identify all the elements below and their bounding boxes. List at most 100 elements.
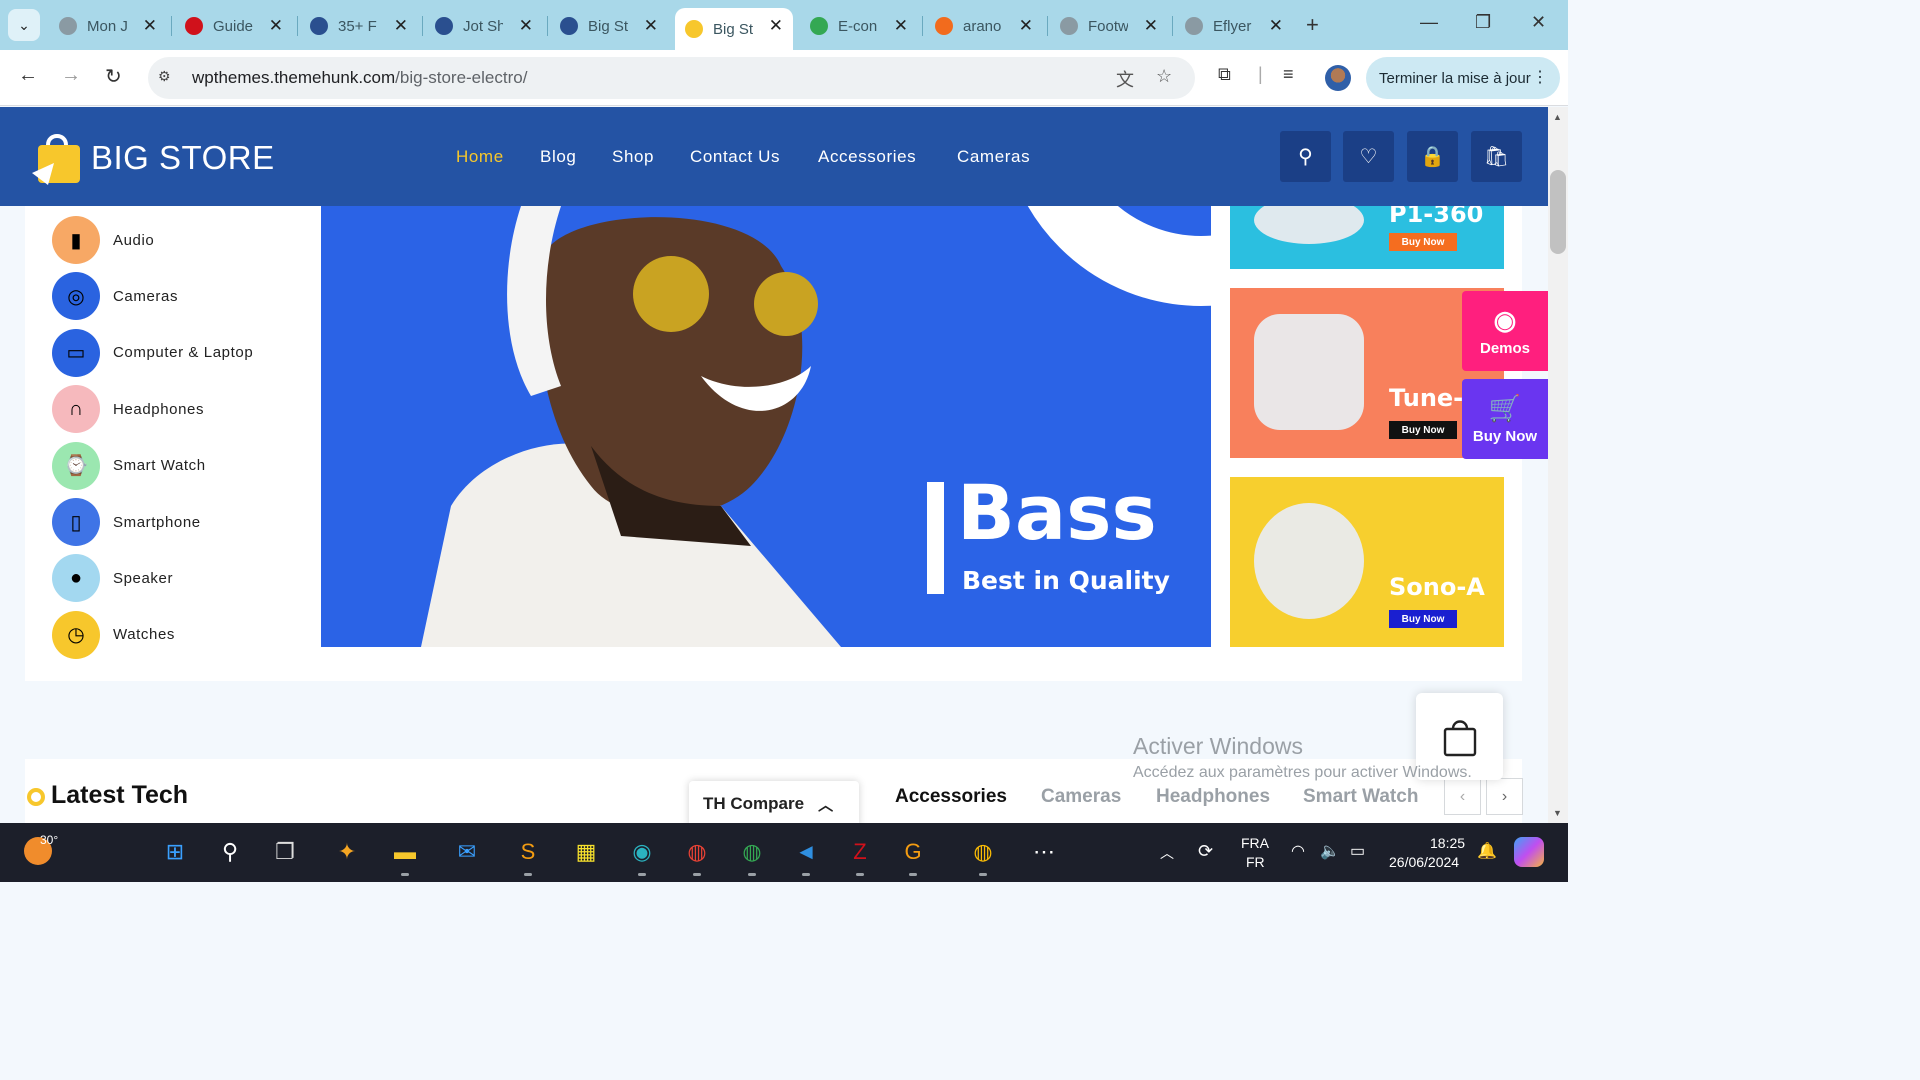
- tab-search-button[interactable]: ⌄: [8, 9, 40, 41]
- product-tab-headphones[interactable]: Headphones: [1156, 786, 1270, 808]
- vscode-icon[interactable]: ◄: [787, 833, 825, 871]
- pop-app-icon[interactable]: G: [894, 833, 932, 871]
- language-bottom[interactable]: FR: [1246, 854, 1265, 870]
- browser-tab[interactable]: Eflyer ✕: [1175, 8, 1293, 44]
- close-tab-icon[interactable]: ✕: [1019, 16, 1033, 36]
- th-compare-button[interactable]: TH Compare ︿: [689, 781, 859, 823]
- battery-icon[interactable]: ▭: [1350, 841, 1365, 861]
- translate-icon[interactable]: 文: [1116, 66, 1134, 92]
- category-item[interactable]: ∩ Headphones: [52, 385, 204, 434]
- close-tab-icon[interactable]: ✕: [394, 16, 408, 36]
- close-tab-icon[interactable]: ✕: [143, 16, 157, 36]
- scrollbar-thumb[interactable]: [1550, 170, 1566, 254]
- more-menu-icon[interactable]: ⋮: [1532, 67, 1548, 87]
- more-apps-icon[interactable]: ⋯: [1025, 833, 1063, 871]
- nav-link-home[interactable]: Home: [456, 147, 504, 167]
- browser-tab[interactable]: Footw ✕: [1050, 8, 1168, 44]
- update-button[interactable]: Terminer la mise à jour ⋮: [1366, 57, 1560, 99]
- browser-tab[interactable]: arano ✕: [925, 8, 1043, 44]
- file-explorer-icon[interactable]: ▬: [386, 833, 424, 871]
- close-tab-icon[interactable]: ✕: [644, 16, 658, 36]
- category-item[interactable]: ● Speaker: [52, 554, 173, 603]
- nav-link-contact-us[interactable]: Contact Us: [690, 147, 780, 167]
- game-app-icon[interactable]: ✦: [328, 833, 366, 871]
- minimize-button[interactable]: —: [1420, 12, 1438, 33]
- sync-icon[interactable]: ⟳: [1198, 841, 1213, 862]
- close-tab-icon[interactable]: ✕: [519, 16, 533, 36]
- bookmark-star-icon[interactable]: ☆: [1156, 66, 1172, 87]
- clock-date[interactable]: 26/06/2024: [1389, 854, 1459, 870]
- side-promo-banner[interactable]: P1-360 Buy Now: [1230, 206, 1504, 269]
- edge-icon[interactable]: ◉: [623, 833, 661, 871]
- hero-banner[interactable]: Bass Best in Quality: [321, 206, 1211, 647]
- account-button[interactable]: 🔒: [1407, 131, 1458, 182]
- sublime-text-icon[interactable]: S: [509, 833, 547, 871]
- nav-link-blog[interactable]: Blog: [540, 147, 576, 167]
- category-item[interactable]: ◷ Watches: [52, 610, 175, 659]
- language-top[interactable]: FRA: [1241, 835, 1269, 851]
- promo-buy-now-button[interactable]: Buy Now: [1389, 421, 1457, 439]
- product-tab-cameras[interactable]: Cameras: [1041, 786, 1121, 808]
- product-tab-accessories[interactable]: Accessories: [895, 786, 1007, 808]
- restore-button[interactable]: ❐: [1475, 12, 1491, 33]
- category-item[interactable]: ▭ Computer & Laptop: [52, 328, 253, 377]
- prev-arrow-button[interactable]: ‹: [1444, 778, 1481, 815]
- reload-button[interactable]: ↻: [105, 64, 122, 89]
- product-tab-smart-watch[interactable]: Smart Watch: [1303, 786, 1418, 808]
- copilot-icon[interactable]: [1514, 837, 1544, 867]
- buy-now-float-button[interactable]: 🛒 Buy Now: [1462, 379, 1548, 459]
- site-settings-icon[interactable]: ⚙: [158, 68, 171, 85]
- close-tab-icon[interactable]: ✕: [894, 16, 908, 36]
- promo-buy-now-button[interactable]: Buy Now: [1389, 610, 1457, 628]
- side-promo-banner[interactable]: Sono-A Buy Now: [1230, 477, 1504, 647]
- category-item[interactable]: ▯ Smartphone: [52, 498, 201, 546]
- close-tab-icon[interactable]: ✕: [269, 16, 283, 36]
- browser-tab[interactable]: Guide ✕: [175, 8, 293, 44]
- cart-button[interactable]: 🛍: [1471, 131, 1522, 182]
- browser-tab[interactable]: Big St ✕: [550, 8, 668, 44]
- new-tab-button[interactable]: +: [1306, 12, 1319, 38]
- browser-tab[interactable]: E-con ✕: [800, 8, 918, 44]
- close-tab-icon[interactable]: ✕: [769, 16, 783, 36]
- category-item[interactable]: ⌚ Smart Watch: [52, 441, 206, 490]
- wifi-icon[interactable]: ◠: [1291, 841, 1305, 861]
- back-button[interactable]: ←: [18, 64, 38, 87]
- nav-link-shop[interactable]: Shop: [612, 147, 654, 167]
- puzzle-app-icon[interactable]: ▦: [567, 833, 605, 871]
- category-item[interactable]: ▮ Audio: [52, 216, 154, 264]
- close-tab-icon[interactable]: ✕: [1269, 16, 1283, 36]
- reading-list-icon[interactable]: ≡: [1283, 64, 1294, 85]
- wishlist-button[interactable]: ♡: [1343, 131, 1394, 182]
- extensions-icon[interactable]: ⧉: [1218, 64, 1231, 85]
- chrome-dev-icon[interactable]: ◍: [964, 833, 1002, 871]
- browser-tab[interactable]: Jot Sh ✕: [425, 8, 543, 44]
- search-button[interactable]: ⚲: [1280, 131, 1331, 182]
- next-arrow-button[interactable]: ›: [1486, 778, 1523, 815]
- demos-button[interactable]: ◉ Demos: [1462, 291, 1548, 371]
- close-tab-icon[interactable]: ✕: [1144, 16, 1158, 36]
- browser-tab[interactable]: 35+ F ✕: [300, 8, 418, 44]
- mail-icon[interactable]: ✉: [448, 833, 486, 871]
- task-view-icon[interactable]: ❐: [266, 833, 304, 871]
- chrome-icon[interactable]: ◍: [678, 833, 716, 871]
- search-taskbar-icon[interactable]: ⚲: [211, 833, 249, 871]
- forward-button[interactable]: →: [61, 64, 81, 87]
- chevron-up-tray-icon[interactable]: ︿: [1160, 843, 1174, 863]
- scroll-down-arrow[interactable]: ▼: [1553, 808, 1562, 818]
- browser-tab[interactable]: Mon J ✕: [49, 8, 167, 44]
- nav-link-cameras[interactable]: Cameras: [957, 147, 1030, 167]
- promo-buy-now-button[interactable]: Buy Now: [1389, 233, 1457, 251]
- clock-time[interactable]: 18:25: [1430, 835, 1465, 851]
- site-logo[interactable]: BIG STORE: [91, 139, 275, 177]
- scroll-up-arrow[interactable]: ▲: [1553, 112, 1562, 122]
- volume-icon[interactable]: 🔈: [1320, 841, 1340, 861]
- chrome-profile-icon[interactable]: ◍: [733, 833, 771, 871]
- close-window-button[interactable]: ✕: [1531, 12, 1546, 33]
- start-menu-icon[interactable]: ⊞: [156, 833, 194, 871]
- profile-avatar[interactable]: [1325, 65, 1351, 91]
- browser-tab[interactable]: Big St ✕: [675, 8, 793, 50]
- filezilla-icon[interactable]: Z: [841, 833, 879, 871]
- address-bar[interactable]: ⚙ wpthemes.themehunk.com/big-store-elect…: [148, 57, 1195, 99]
- nav-link-accessories[interactable]: Accessories: [818, 147, 916, 167]
- notification-icon[interactable]: 🔔: [1477, 841, 1497, 861]
